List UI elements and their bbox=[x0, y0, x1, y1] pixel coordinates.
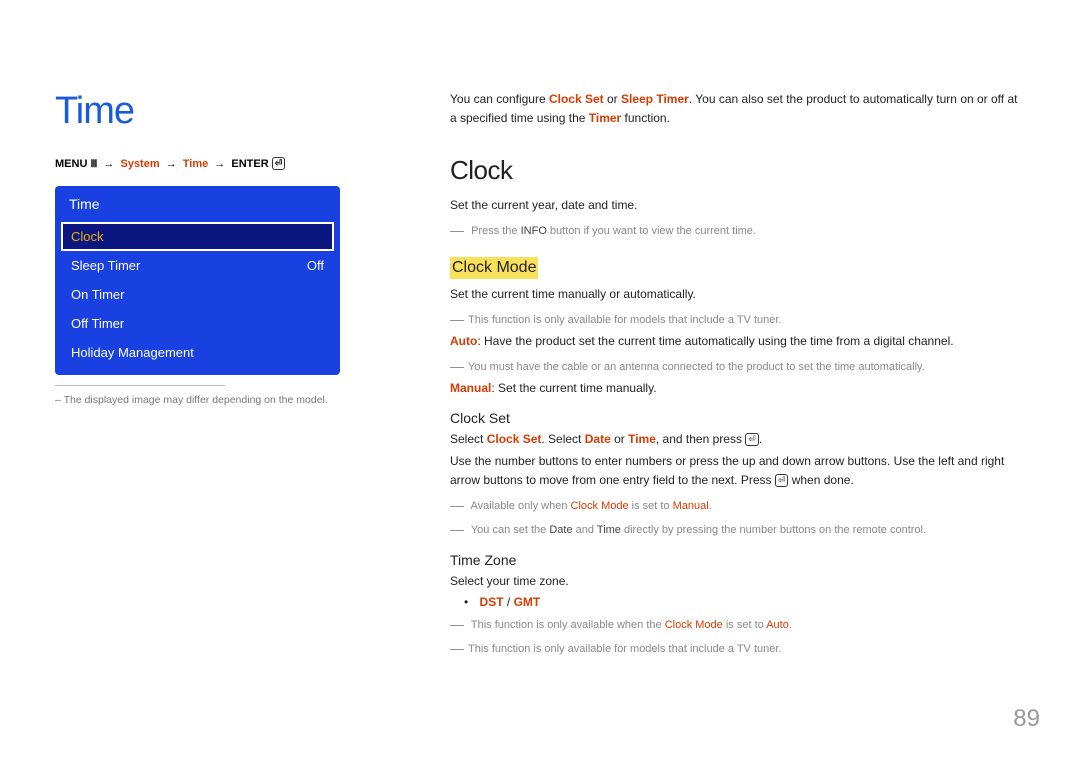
arrow-icon: → bbox=[214, 158, 225, 170]
menu-item-sleep-timer[interactable]: Sleep Timer Off bbox=[55, 251, 340, 280]
clock-set-note-avail: Available only when Clock Mode is set to… bbox=[450, 494, 1025, 516]
note-date: Date bbox=[549, 524, 572, 536]
arrow-icon: → bbox=[166, 158, 177, 170]
menu-item-label: Clock bbox=[71, 229, 104, 244]
menu-card-title: Time bbox=[55, 186, 340, 222]
left-column: Time MENU Ⅲ → System → Time → ENTER ⏎ Ti… bbox=[55, 90, 395, 662]
clock-mode-tuner-note: This function is only available for mode… bbox=[450, 308, 1025, 330]
cs-end: . bbox=[759, 432, 762, 446]
note-text: This function is only available when the bbox=[471, 619, 665, 631]
tz-sep: / bbox=[504, 595, 514, 609]
page-title: Time bbox=[55, 90, 395, 133]
time-zone-note-tuner: This function is only available for mode… bbox=[450, 637, 1025, 659]
menu-item-holiday-management[interactable]: Holiday Management bbox=[55, 338, 340, 367]
clock-mode-desc: Set the current time manually or automat… bbox=[450, 285, 1025, 304]
note-info-bold: INFO bbox=[521, 225, 547, 237]
menu-card: Time Clock Sleep Timer Off On Timer Off … bbox=[55, 186, 340, 375]
cs-or: or bbox=[611, 432, 628, 446]
image-footnote: – The displayed image may differ dependi… bbox=[55, 394, 395, 406]
menu-item-label: Sleep Timer bbox=[71, 258, 140, 273]
intro-suffix: function. bbox=[621, 111, 670, 125]
clock-set-note-remote: You can set the Date and Time directly b… bbox=[450, 518, 1025, 540]
time-zone-note-auto: This function is only available when the… bbox=[450, 613, 1025, 635]
menu-list: Clock Sleep Timer Off On Timer Off Timer… bbox=[55, 222, 340, 367]
note-text: is set to bbox=[723, 619, 766, 631]
breadcrumb-menu: MENU bbox=[55, 158, 87, 170]
clock-mode-auto-line: Auto: Have the product set the current t… bbox=[450, 332, 1025, 351]
menu-icon: Ⅲ bbox=[90, 159, 97, 170]
time-zone-heading: Time Zone bbox=[450, 552, 1025, 568]
note-text: is set to bbox=[629, 500, 673, 512]
note-text: . bbox=[789, 619, 792, 631]
breadcrumb-enter: ENTER bbox=[231, 158, 268, 170]
manual-text: : Set the current time manually. bbox=[491, 381, 656, 395]
note-text: Press the bbox=[471, 225, 521, 237]
clock-info-note: Press the INFO button if you want to vie… bbox=[450, 219, 1025, 241]
note-time: Time bbox=[597, 524, 621, 536]
menu-item-label: On Timer bbox=[71, 287, 124, 302]
clock-heading: Clock bbox=[450, 155, 1025, 186]
tz-dst: DST bbox=[480, 595, 504, 609]
note-manual: Manual bbox=[673, 500, 709, 512]
note-text: . bbox=[709, 500, 712, 512]
menu-item-clock[interactable]: Clock bbox=[61, 222, 334, 251]
breadcrumb: MENU Ⅲ → System → Time → ENTER ⏎ bbox=[55, 157, 395, 170]
note-clock-mode: Clock Mode bbox=[571, 500, 629, 512]
enter-icon: ⏎ bbox=[272, 157, 286, 170]
cs-l2b: when done. bbox=[788, 473, 853, 487]
auto-text: : Have the product set the current time … bbox=[477, 334, 953, 348]
breadcrumb-time: Time bbox=[183, 158, 208, 170]
enter-icon: ⏎ bbox=[775, 474, 789, 487]
cs-l2a: Use the number buttons to enter numbers … bbox=[450, 454, 1004, 487]
time-zone-bullet: DST / GMT bbox=[464, 595, 1025, 609]
page-number: 89 bbox=[1013, 705, 1040, 733]
menu-item-off-timer[interactable]: Off Timer bbox=[55, 309, 340, 338]
note-text: button if you want to view the current t… bbox=[547, 225, 756, 237]
clock-mode-manual-line: Manual: Set the current time manually. bbox=[450, 379, 1025, 398]
menu-item-on-timer[interactable]: On Timer bbox=[55, 280, 340, 309]
note-clock-mode: Clock Mode bbox=[665, 619, 723, 631]
breadcrumb-system: System bbox=[120, 158, 159, 170]
note-text: directly by pressing the number buttons … bbox=[621, 524, 926, 536]
time-zone-desc: Select your time zone. bbox=[450, 572, 1025, 591]
cs-prefix: Select bbox=[450, 432, 487, 446]
clock-mode-heading: Clock Mode bbox=[450, 257, 538, 279]
arrow-icon: → bbox=[103, 158, 114, 170]
clock-desc: Set the current year, date and time. bbox=[450, 196, 1025, 215]
note-text: and bbox=[573, 524, 597, 536]
cs-mid: . Select bbox=[541, 432, 584, 446]
clock-set-line2: Use the number buttons to enter numbers … bbox=[450, 452, 1025, 489]
auto-label: Auto bbox=[450, 334, 477, 348]
note-text: Available only when bbox=[470, 500, 570, 512]
cs-time: Time bbox=[628, 432, 656, 446]
menu-item-label: Holiday Management bbox=[71, 345, 194, 360]
tz-gmt: GMT bbox=[514, 595, 541, 609]
cs-suffix: , and then press bbox=[656, 432, 745, 446]
menu-item-value: Off bbox=[307, 258, 324, 273]
enter-icon: ⏎ bbox=[745, 433, 759, 446]
clock-set-line1: Select Clock Set. Select Date or Time, a… bbox=[450, 430, 1025, 449]
clock-set-heading: Clock Set bbox=[450, 410, 1025, 426]
intro-clock-set: Clock Set bbox=[549, 92, 604, 106]
divider bbox=[55, 385, 225, 386]
cs-clock-set: Clock Set bbox=[487, 432, 542, 446]
intro-prefix: You can configure bbox=[450, 92, 549, 106]
intro-sleep-timer: Sleep Timer bbox=[621, 92, 689, 106]
cs-date: Date bbox=[585, 432, 611, 446]
right-column: You can configure Clock Set or Sleep Tim… bbox=[450, 90, 1025, 662]
intro-or: or bbox=[604, 92, 621, 106]
note-text: You can set the bbox=[471, 524, 550, 536]
note-auto: Auto bbox=[766, 619, 789, 631]
menu-item-label: Off Timer bbox=[71, 316, 124, 331]
manual-label: Manual bbox=[450, 381, 491, 395]
clock-mode-auto-note: You must have the cable or an antenna co… bbox=[450, 355, 1025, 377]
intro-paragraph: You can configure Clock Set or Sleep Tim… bbox=[450, 90, 1025, 127]
intro-timer: Timer bbox=[589, 111, 621, 125]
